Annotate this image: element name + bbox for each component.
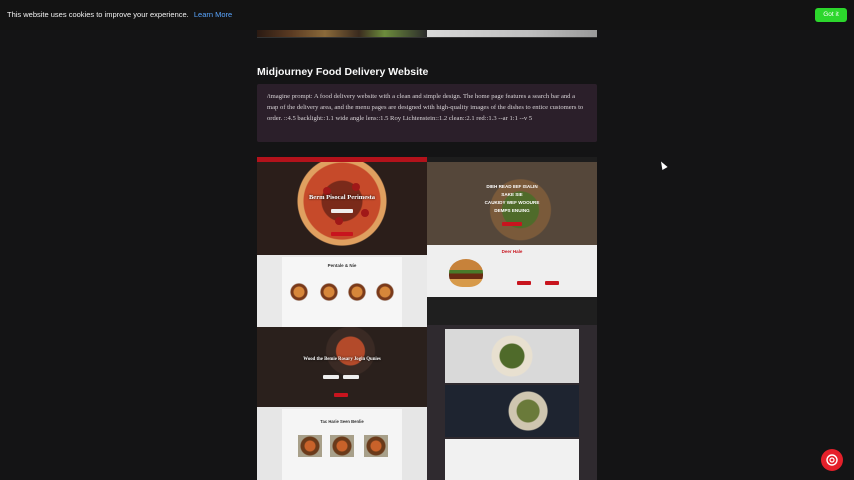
pizza-menu-title: Pentale & Nie <box>327 263 357 268</box>
salad-hero-line: CAUKIDY WEF WOOURE <box>484 200 540 205</box>
support-chat-button[interactable] <box>821 449 843 471</box>
cookie-message: This website uses cookies to improve you… <box>7 10 232 19</box>
mouse-cursor <box>658 160 668 170</box>
bowl-menu-mockup <box>427 297 597 480</box>
burger-section-mockup: Deer Hale <box>427 245 597 297</box>
pizza-menu-mockup: Pentale & Nie <box>257 255 427 327</box>
cookie-message-text: This website uses cookies to improve you… <box>7 10 189 19</box>
salad-hero-line: SAKE SIE <box>501 192 523 197</box>
learn-more-link[interactable]: Learn More <box>194 10 232 19</box>
prompt-box: /imagine prompt: A food delivery website… <box>257 84 597 142</box>
cookie-banner: This website uses cookies to improve you… <box>0 0 854 30</box>
generated-website-image: Berm Pisocal Perimesta DIEH READ IIEF IS… <box>257 157 597 480</box>
prompt-text: /imagine prompt: A food delivery website… <box>267 93 584 122</box>
pizza-hero-title: Berm Pisocal Perimesta <box>308 194 376 201</box>
bottom-section-title: Tac Harie Seen Benlie <box>320 419 364 424</box>
section-title: Midjourney Food Delivery Website <box>257 66 429 78</box>
lifebuoy-icon <box>826 454 838 466</box>
bottom-menu-mockup: Tac Harie Seen Benlie <box>257 407 427 480</box>
pizza-hero-mockup: Berm Pisocal Perimesta <box>257 157 427 255</box>
previous-image-strip <box>257 29 597 38</box>
salad-hero-line: DEMPS ENUING <box>494 208 530 213</box>
salad-hero-line: DIEH READ IIEF ISALIN <box>486 184 538 189</box>
burger-section-title: Deer Hale <box>501 249 523 254</box>
pasta-hero-title: Wood the Bemie Rosary Jogin Qunies <box>303 357 381 362</box>
pasta-hero-mockup: Wood the Bemie Rosary Jogin Qunies <box>257 327 427 407</box>
cookie-accept-button[interactable]: Got it <box>815 8 847 22</box>
salad-hero-mockup: DIEH READ IIEF ISALIN SAKE SIE CAUKIDY W… <box>427 157 597 245</box>
